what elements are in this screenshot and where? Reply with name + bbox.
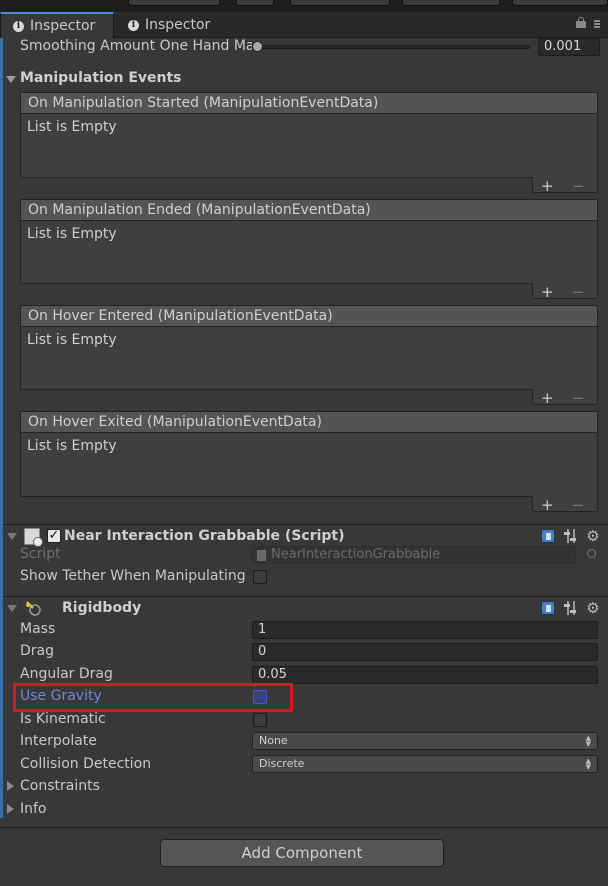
smoothing-label: Smoothing Amount One Hand Ma	[20, 38, 252, 54]
smoothing-value-field[interactable]: 0.001	[538, 38, 600, 56]
grabbable-component-title: Near Interaction Grabbable (Script)	[64, 528, 345, 544]
component-divider	[0, 827, 608, 828]
interpolate-label: Interpolate	[20, 733, 97, 749]
tab-label: Inspector	[145, 17, 211, 33]
selection-accent-bar	[0, 38, 3, 818]
script-file-icon	[257, 550, 266, 561]
tab-inspector-active[interactable]: i Inspector	[0, 12, 114, 38]
tab-label: Inspector	[30, 18, 96, 34]
empty-list-text: List is Empty	[27, 226, 117, 242]
is-kinematic-checkbox[interactable]	[253, 713, 267, 727]
toolbar-button[interactable]	[128, 0, 220, 6]
gear-icon[interactable]: ⚙	[586, 529, 600, 544]
object-picker-icon[interactable]	[587, 549, 596, 558]
help-book-icon[interactable]	[541, 529, 555, 543]
toolbar-button[interactable]	[512, 0, 608, 6]
event-list-body: List is Empty	[20, 114, 598, 178]
presets-icon[interactable]	[564, 529, 578, 543]
foldout-arrow-icon[interactable]	[7, 804, 14, 814]
event-header-hover-exited: On Hover Exited (ManipulationEventData)	[20, 411, 598, 433]
component-divider	[3, 596, 608, 597]
gear-icon[interactable]: ⚙	[586, 601, 600, 616]
remove-event-button[interactable]: −	[572, 391, 585, 406]
empty-list-text: List is Empty	[27, 332, 117, 348]
add-event-button[interactable]: +	[541, 498, 554, 513]
script-field-value: NearInteractionGrabbable	[271, 547, 441, 562]
info-icon: i	[128, 19, 139, 31]
component-divider	[3, 524, 608, 525]
toolbar-button[interactable]	[236, 0, 274, 6]
rigidbody-title: Rigidbody	[62, 600, 142, 616]
script-label: Script	[20, 546, 61, 562]
mass-label: Mass	[20, 621, 56, 637]
drag-label: Drag	[20, 643, 55, 659]
empty-list-text: List is Empty	[27, 119, 117, 135]
presets-icon[interactable]	[564, 601, 578, 615]
tab-inspector[interactable]: i Inspector	[116, 12, 226, 38]
script-field: NearInteractionGrabbable	[252, 546, 576, 564]
dropdown-arrows-icon: ▲ ▼	[585, 757, 591, 771]
remove-event-button[interactable]: −	[572, 498, 585, 513]
smoothing-slider-track[interactable]	[252, 45, 530, 49]
collision-detection-label: Collision Detection	[20, 756, 152, 772]
angular-drag-field[interactable]: 0.05	[252, 666, 598, 684]
info-foldout[interactable]: Info	[20, 801, 220, 819]
event-header-manipulation-started: On Manipulation Started (ManipulationEve…	[20, 92, 598, 114]
mass-field[interactable]: 1	[252, 621, 598, 639]
script-icon	[24, 528, 43, 547]
add-event-button[interactable]: +	[541, 391, 554, 406]
event-list-body: List is Empty	[20, 433, 598, 497]
remove-event-button[interactable]: −	[572, 285, 585, 300]
component-enabled-checkbox[interactable]: ✓	[47, 529, 61, 543]
highlight-box	[13, 683, 293, 712]
show-tether-label: Show Tether When Manipulating	[20, 568, 246, 584]
lock-icon[interactable]	[576, 17, 586, 28]
empty-list-text: List is Empty	[27, 438, 117, 454]
constraints-foldout[interactable]: Constraints	[20, 778, 220, 796]
foldout-arrow-icon[interactable]	[7, 605, 17, 612]
event-list-body: List is Empty	[20, 221, 598, 284]
angular-drag-label: Angular Drag	[20, 666, 113, 682]
help-book-icon[interactable]	[541, 601, 555, 615]
rigidbody-icon	[24, 600, 42, 616]
remove-event-button[interactable]: −	[572, 179, 585, 194]
add-event-button[interactable]: +	[541, 285, 554, 300]
dropdown-arrows-icon: ▲ ▼	[585, 734, 591, 748]
collision-detection-value: Discrete	[259, 757, 305, 770]
toolbar-button[interactable]	[402, 0, 500, 6]
menu-icon[interactable]	[594, 20, 600, 28]
smoothing-slider-thumb[interactable]	[252, 41, 264, 52]
info-icon: i	[13, 20, 24, 32]
manipulation-events-title: Manipulation Events	[20, 70, 182, 86]
toolbar-button[interactable]	[290, 0, 390, 6]
collision-detection-dropdown[interactable]: Discrete ▲ ▼	[252, 755, 598, 773]
foldout-arrow-icon[interactable]	[7, 781, 14, 791]
add-component-button[interactable]: Add Component	[160, 839, 444, 867]
foldout-arrow-icon[interactable]	[6, 76, 16, 83]
add-event-button[interactable]: +	[541, 179, 554, 194]
foldout-arrow-icon[interactable]	[7, 533, 17, 540]
show-tether-checkbox[interactable]	[253, 570, 267, 584]
interpolate-value: None	[259, 734, 288, 747]
drag-field[interactable]: 0	[252, 643, 598, 661]
event-header-manipulation-ended: On Manipulation Ended (ManipulationEvent…	[20, 199, 598, 221]
is-kinematic-label: Is Kinematic	[20, 711, 106, 727]
event-list-body: List is Empty	[20, 327, 598, 390]
interpolate-dropdown[interactable]: None ▲ ▼	[252, 732, 598, 750]
event-header-hover-entered: On Hover Entered (ManipulationEventData)	[20, 305, 598, 327]
